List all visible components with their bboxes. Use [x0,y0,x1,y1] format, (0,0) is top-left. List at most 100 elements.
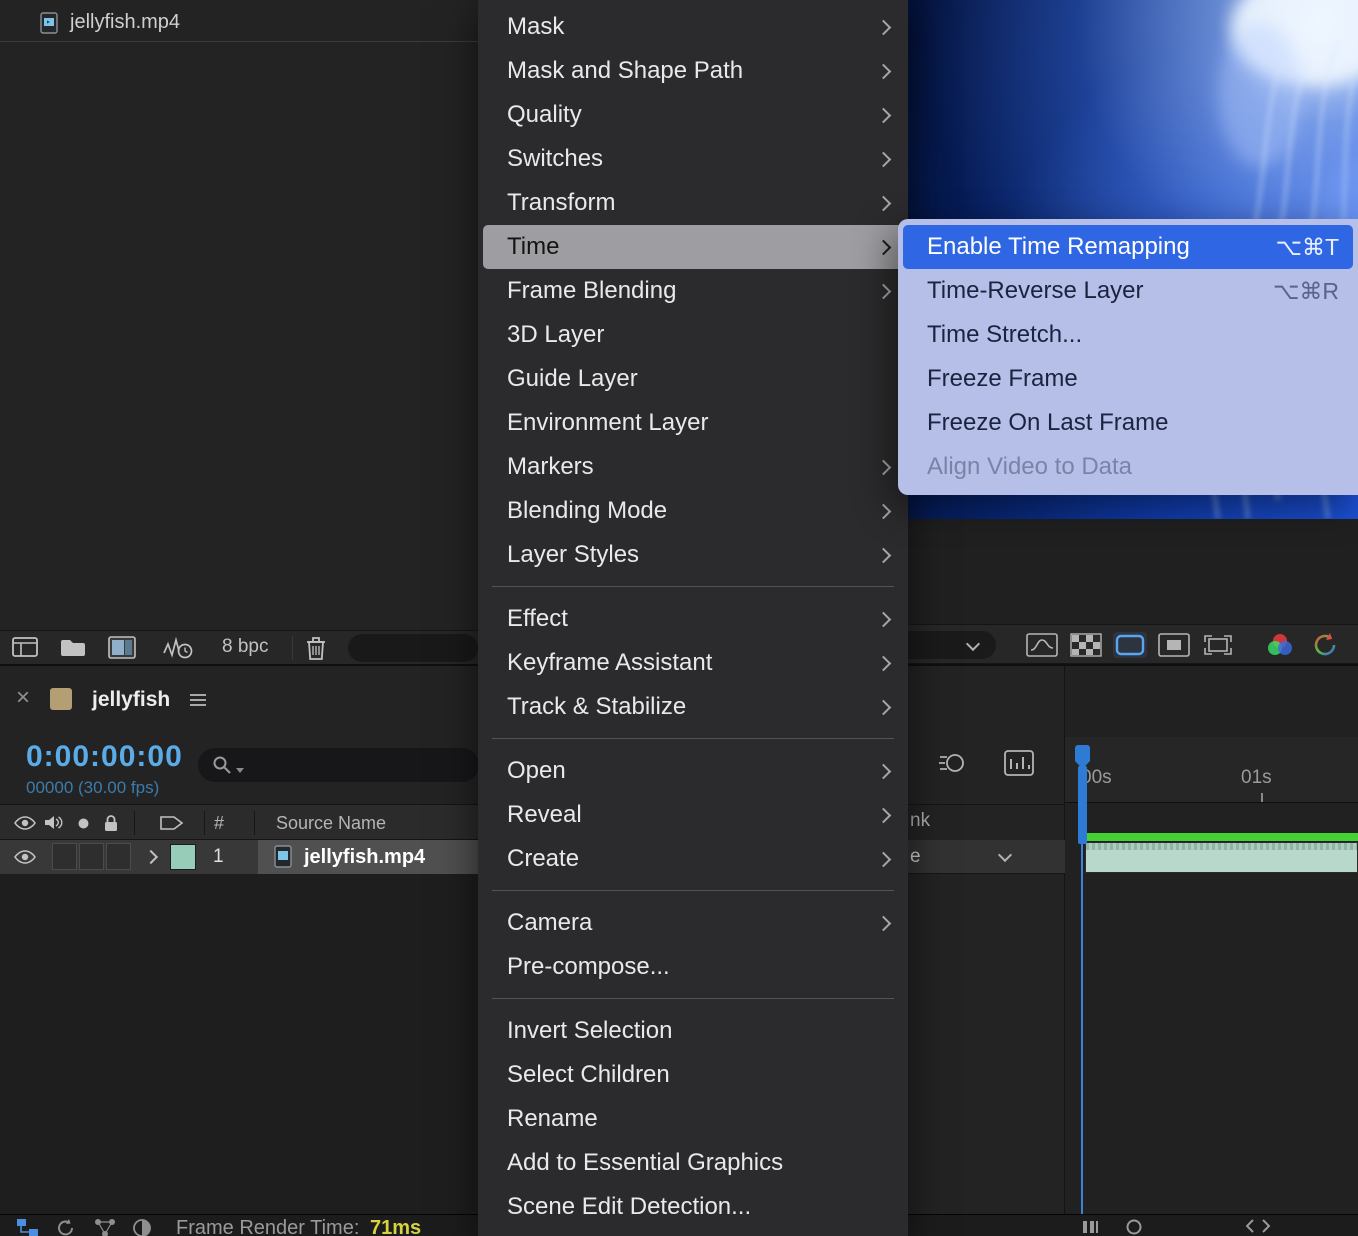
context-menu-item[interactable]: Transform [483,181,903,225]
zoom-arrows-icon[interactable] [1246,1219,1270,1233]
network-icon[interactable] [94,1218,116,1236]
context-menu-item[interactable]: Time [483,225,903,269]
frame-render-time-label: Frame Render Time: [176,1217,359,1236]
context-menu-item[interactable]: 3D Layer [483,313,903,357]
submenu-item[interactable]: Freeze Frame [903,357,1353,401]
audio-icon[interactable] [44,814,63,831]
context-menu-item[interactable]: Open [483,749,903,793]
mask-visibility-icon[interactable] [1113,632,1147,658]
context-menu-item [492,738,894,739]
layer-name-cell[interactable]: jellyfish.mp4 [258,840,478,874]
dropdown-chevron-icon [966,637,980,651]
layer-row[interactable]: 1 jellyfish.mp4 [0,840,478,874]
motion-blur-icon[interactable] [938,750,965,776]
transparency-grid-icon[interactable] [1069,632,1103,658]
comp-tab-name[interactable]: jellyfish [92,688,170,712]
bit-depth-button[interactable]: 8 bpc [222,636,268,658]
menu-item-label: Pre-compose... [507,953,670,981]
lock-icon[interactable] [104,814,118,832]
context-menu-item[interactable]: Layer Styles [483,533,903,577]
submenu-item[interactable]: Freeze On Last Frame [903,401,1353,445]
ruler-tick [1261,793,1263,802]
context-menu-item[interactable]: Mask and Shape Path [483,49,903,93]
panel-layout-icon[interactable] [12,637,38,657]
context-menu-item[interactable]: Mask [483,5,903,49]
context-menu-item[interactable]: Create [483,837,903,881]
color-management-icon[interactable] [1263,632,1297,658]
context-menu-item[interactable]: Pre-compose... [483,945,903,989]
graph-editor-icon[interactable] [1025,632,1059,658]
panel-menu-icon[interactable] [190,694,206,696]
context-menu-item[interactable]: Switches [483,137,903,181]
eye-icon[interactable] [14,816,36,830]
submenu-chevron-icon [876,459,892,475]
context-menu-item[interactable]: Invert Selection [483,1009,903,1053]
layer-twirl-icon[interactable] [144,850,158,864]
menu-item-label: Guide Layer [507,365,638,393]
time-ruler[interactable]: 00s 01s [1065,737,1358,803]
video-file-icon [40,12,58,34]
context-menu-item[interactable]: Reveal [483,793,903,837]
close-icon[interactable]: × [16,684,30,712]
folder-icon[interactable] [60,638,86,657]
time-submenu: Enable Time Remapping ⌥⌘T Time-Reverse L… [898,219,1358,495]
picture-in-picture-icon[interactable] [1157,632,1191,658]
column-number[interactable]: # [214,813,224,834]
context-menu-item[interactable]: Guide Layer [483,357,903,401]
context-menu-item[interactable]: Track & Stabilize [483,685,903,729]
parent-link-dropdown[interactable]: e [908,840,1065,874]
menu-item-label: Add to Essential Graphics [507,1149,783,1177]
context-menu-item[interactable]: Add to Essential Graphics [483,1141,903,1185]
current-timecode[interactable]: 0:00:00:00 [26,740,183,774]
solo-icon[interactable] [78,818,89,829]
contrast-circle-icon[interactable] [132,1218,152,1236]
layer-bars-icon[interactable] [1082,1219,1100,1235]
context-menu-item[interactable]: Environment Layer [483,401,903,445]
submenu-item[interactable]: Enable Time Remapping ⌥⌘T [903,225,1353,269]
context-menu-item[interactable]: Rename [483,1097,903,1141]
eye-icon[interactable] [14,850,36,864]
menu-item-label: Time [507,233,559,261]
audio-levels-icon[interactable] [162,636,193,659]
context-menu-item[interactable]: Markers [483,445,903,489]
project-search-stub[interactable] [348,634,478,662]
refresh-icon[interactable] [56,1218,76,1236]
column-source-name[interactable]: Source Name [276,813,386,834]
playhead-line[interactable] [1081,844,1083,1236]
layer-switch-cell[interactable] [79,843,104,870]
sync-settings-icon[interactable] [1308,632,1342,658]
context-menu-item[interactable]: Keyframe Assistant [483,641,903,685]
context-menu-item[interactable]: Quality [483,93,903,137]
context-menu-item[interactable]: Scene Edit Detection... [483,1185,903,1229]
timeline-search-input[interactable] [198,748,479,782]
submenu-chevron-icon [876,699,892,715]
submenu-item-label: Freeze On Last Frame [927,409,1168,437]
context-menu-item[interactable]: Effect [483,597,903,641]
menu-item-label: Create [507,845,579,873]
submenu-chevron-icon [876,763,892,779]
context-menu-item[interactable]: Select Children [483,1053,903,1097]
layer-label-swatch[interactable] [170,844,196,870]
region-of-interest-icon[interactable] [1201,632,1235,658]
label-color-icon[interactable] [160,816,183,830]
viewer-dropdown[interactable] [908,631,996,659]
context-menu-item[interactable]: Blending Mode [483,489,903,533]
playhead-shaft[interactable] [1078,766,1087,844]
layer-duration-bar[interactable] [1085,842,1358,873]
submenu-item-shortcut: ⌥⌘T [1275,234,1339,261]
column-divider [204,811,205,835]
circle-toggle-icon[interactable] [1126,1219,1142,1235]
menu-item-label: Blending Mode [507,497,667,525]
project-item-row[interactable]: jellyfish.mp4 [0,4,478,42]
layer-switch-cell[interactable] [52,843,77,870]
frame-blending-icon[interactable] [1004,750,1034,776]
flowchart-icon[interactable] [16,1218,40,1236]
submenu-item[interactable]: Time Stretch... [903,313,1353,357]
layer-switch-cell[interactable] [106,843,131,870]
context-menu-item[interactable]: Frame Blending [483,269,903,313]
submenu-item[interactable]: Time-Reverse Layer ⌥⌘R [903,269,1353,313]
trash-icon[interactable] [306,635,326,661]
submenu-chevron-icon [876,655,892,671]
context-menu-item[interactable]: Camera [483,901,903,945]
composition-thumb-icon[interactable] [108,636,136,659]
